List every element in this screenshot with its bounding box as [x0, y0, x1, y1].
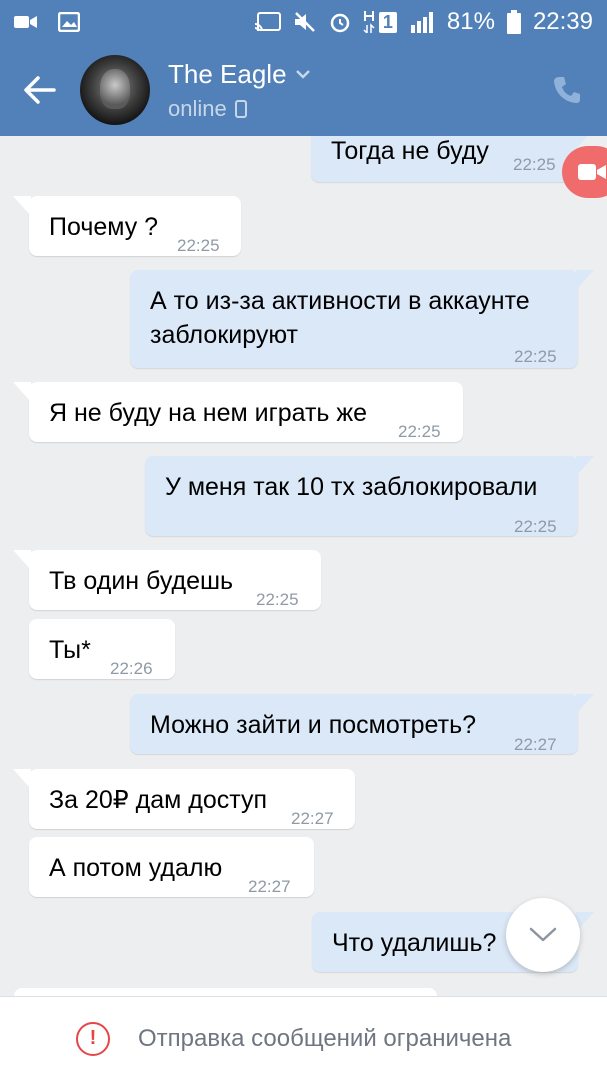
chevron-down-icon [295, 70, 310, 79]
message-bubble-incoming[interactable]: Почему ? 22:25 [13, 196, 241, 256]
message-time: 22:27 [248, 877, 291, 896]
data-icon [363, 11, 375, 33]
message-text: Почему ? [49, 213, 159, 241]
mute-icon [294, 12, 315, 32]
message-bubble-incoming[interactable]: А потом удалю 22:27 [29, 837, 314, 897]
message-bubble-outgoing[interactable]: Можно зайти и посмотреть? 22:27 [130, 694, 594, 754]
battery-percent: 81% [446, 8, 495, 35]
clock: 22:39 [532, 8, 593, 35]
message-bubble-incoming[interactable]: Тв один будешь 22:25 [13, 550, 321, 610]
composer-restricted-bar: ! Отправка сообщений ограничена [0, 996, 607, 1080]
message-time: 22:25 [398, 422, 441, 441]
message-text: Я не буду на нем играть же [49, 399, 368, 427]
contact-name: The Eagle [168, 58, 287, 89]
battery-icon [506, 10, 521, 34]
chat-header: The Eagle online [0, 44, 607, 136]
message-bubble-outgoing[interactable]: А то из-за активности в аккаунте заблоки… [130, 270, 594, 368]
message-time: 22:25 [177, 236, 220, 255]
message-text: Ты* [49, 636, 91, 664]
message-bubble-incoming[interactable]: Я не буду на нем играть же 22:25 [13, 382, 463, 442]
message-bubble-incoming[interactable]: Ты* 22:26 [29, 619, 175, 679]
call-button[interactable] [527, 44, 607, 136]
message-bubble-outgoing[interactable]: Тогда не буду 22:25 [311, 136, 593, 182]
cast-icon [254, 12, 281, 32]
sim-badge: 1 [363, 11, 397, 33]
back-button[interactable] [0, 44, 80, 136]
signal-icon [410, 12, 433, 33]
video-camera-icon [578, 164, 606, 180]
message-list[interactable]: Тогда не буду 22:25 Почему ? 22:25 А то … [0, 136, 607, 996]
message-time: 22:25 [513, 155, 556, 174]
mobile-phone-icon [234, 99, 247, 118]
phone-icon [554, 77, 580, 103]
message-time: 22:25 [514, 517, 557, 536]
message-text: А потом удалю [49, 854, 223, 882]
avatar[interactable] [80, 55, 150, 125]
video-notification-icon [14, 16, 37, 28]
chevron-down-icon [529, 927, 557, 942]
message-text: А то из-за активности в аккаунте заблоки… [150, 287, 530, 349]
message-text: За 20₽ дам доступ [49, 786, 267, 814]
message-bubble-incoming[interactable]: За 20₽ дам доступ 22:27 [13, 769, 355, 829]
message-text: Можно зайти и посмотреть? [150, 711, 477, 739]
message-text: Тв один будешь [49, 567, 234, 595]
contact-status: online [168, 95, 227, 121]
arrow-left-icon [24, 76, 56, 104]
video-message-button[interactable] [562, 146, 607, 198]
message-time: 22:27 [291, 809, 334, 828]
message-bubble-outgoing[interactable]: У меня так 10 тх заблокировали 22:25 [145, 456, 594, 536]
image-notification-icon [58, 12, 80, 32]
alarm-icon [330, 13, 350, 33]
message-text: Тогда не буду [331, 137, 489, 165]
message-time: 22:26 [110, 659, 153, 678]
message-time: 22:27 [514, 735, 557, 754]
message-bubble-incoming-partial[interactable] [14, 988, 437, 996]
status-bar: 1 81% 22:39 [0, 0, 607, 44]
warning-icon: ! [76, 1021, 110, 1056]
message-text: У меня так 10 тх заблокировали [165, 473, 538, 501]
contact-info[interactable]: The Eagle online [168, 59, 311, 122]
scroll-to-bottom-button[interactable] [506, 898, 580, 972]
restriction-notice: Отправка сообщений ограничена [138, 1024, 512, 1052]
message-time: 22:25 [256, 590, 299, 609]
message-time: 22:25 [514, 347, 557, 366]
message-text: Что удалишь? [332, 929, 497, 957]
sim-number: 1 [378, 11, 397, 33]
